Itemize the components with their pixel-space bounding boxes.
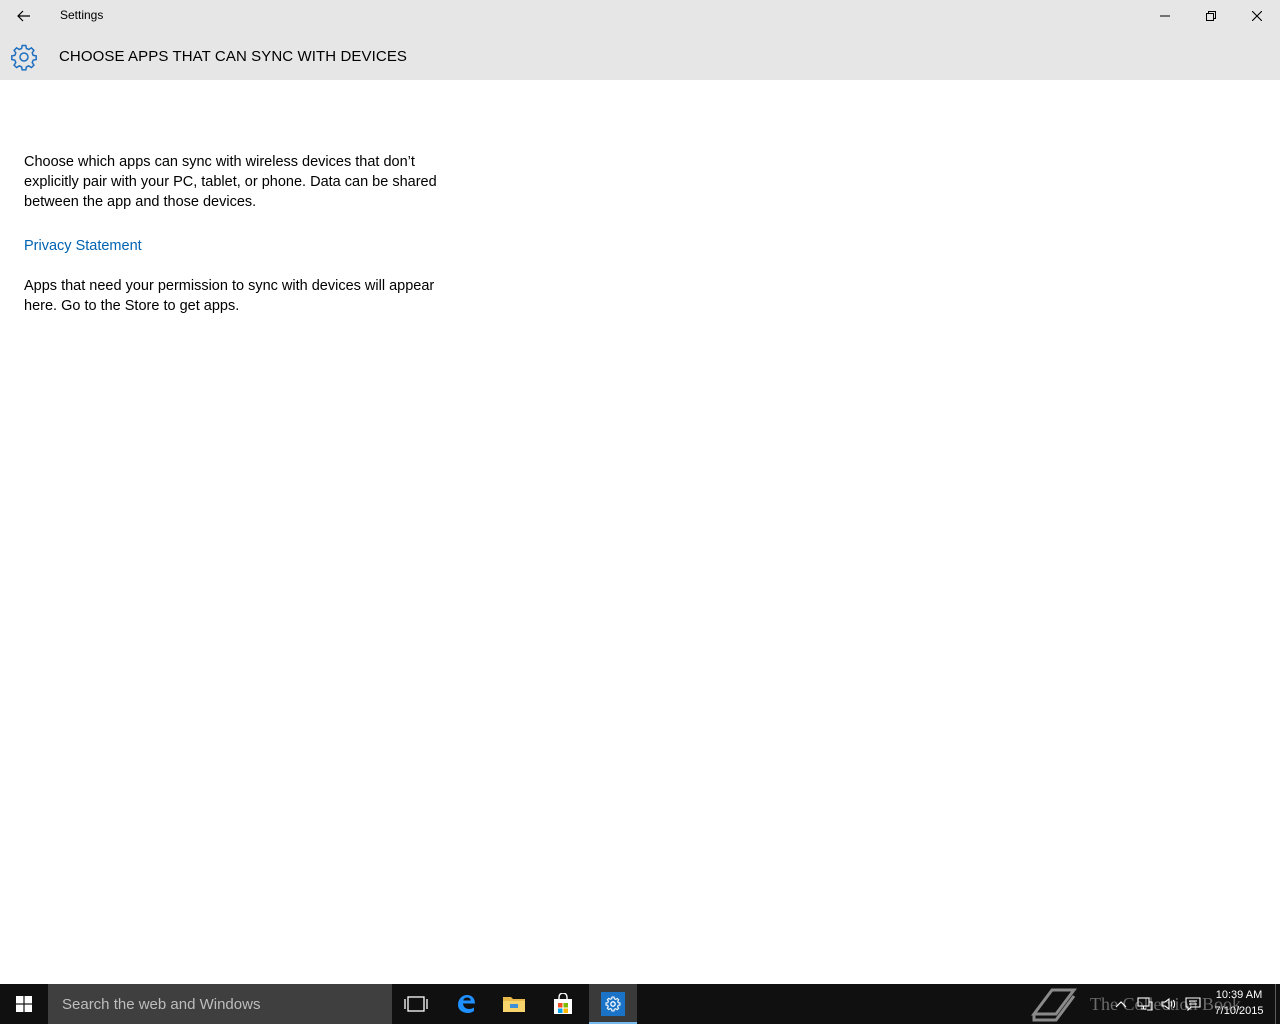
edge-button[interactable] <box>442 984 490 1024</box>
network-button[interactable] <box>1134 984 1156 1024</box>
store-button[interactable] <box>539 984 587 1024</box>
gear-icon <box>11 44 37 71</box>
volume-button[interactable] <box>1158 984 1180 1024</box>
minimize-button[interactable] <box>1142 0 1188 32</box>
taskbar: The Collection Book 10:39 AM 7/10/2015 <box>0 984 1280 1024</box>
store-icon <box>554 993 572 1014</box>
privacy-statement-link[interactable]: Privacy Statement <box>24 236 142 256</box>
taskbar-search[interactable] <box>48 984 392 1024</box>
show-desktop-button[interactable] <box>1275 984 1276 1024</box>
page-header: CHOOSE APPS THAT CAN SYNC WITH DEVICES <box>0 32 1280 80</box>
window-title: Settings <box>60 8 104 22</box>
file-explorer-icon <box>503 997 525 1012</box>
restore-button[interactable] <box>1188 0 1234 32</box>
action-center-button[interactable] <box>1182 984 1204 1024</box>
task-view-icon <box>404 996 428 1012</box>
page-title: CHOOSE APPS THAT CAN SYNC WITH DEVICES <box>59 48 408 65</box>
close-button[interactable] <box>1234 0 1280 32</box>
restore-icon <box>1206 11 1216 21</box>
back-button[interactable] <box>0 0 48 32</box>
book-icon <box>1031 988 1077 1022</box>
settings-taskbar-button[interactable] <box>589 984 637 1024</box>
clock[interactable]: 10:39 AM 7/10/2015 <box>1206 987 1272 1019</box>
windows-logo-icon <box>16 996 32 1012</box>
close-icon <box>1252 11 1262 21</box>
back-arrow-icon <box>17 10 30 22</box>
minimize-icon <box>1160 15 1170 17</box>
clock-time: 10:39 AM <box>1215 989 1263 1001</box>
volume-icon <box>1161 997 1176 1011</box>
task-view-button[interactable] <box>392 984 440 1024</box>
no-apps-note: Apps that need your permission to sync w… <box>24 278 435 314</box>
network-icon <box>1137 997 1153 1011</box>
edge-icon <box>458 995 475 1013</box>
file-explorer-button[interactable] <box>490 984 538 1024</box>
description-text: Choose which apps can sync with wireless… <box>24 154 437 210</box>
chevron-up-icon <box>1115 1001 1127 1008</box>
title-bar: Settings <box>0 0 1280 32</box>
show-hidden-icons-button[interactable] <box>1110 984 1132 1024</box>
start-button[interactable] <box>0 984 48 1024</box>
main-content: Choose which apps can sync with wireless… <box>24 152 464 316</box>
settings-icon <box>605 996 621 1012</box>
search-input[interactable] <box>60 994 384 1014</box>
clock-date: 7/10/2015 <box>1214 1005 1264 1017</box>
action-center-icon <box>1185 997 1201 1011</box>
